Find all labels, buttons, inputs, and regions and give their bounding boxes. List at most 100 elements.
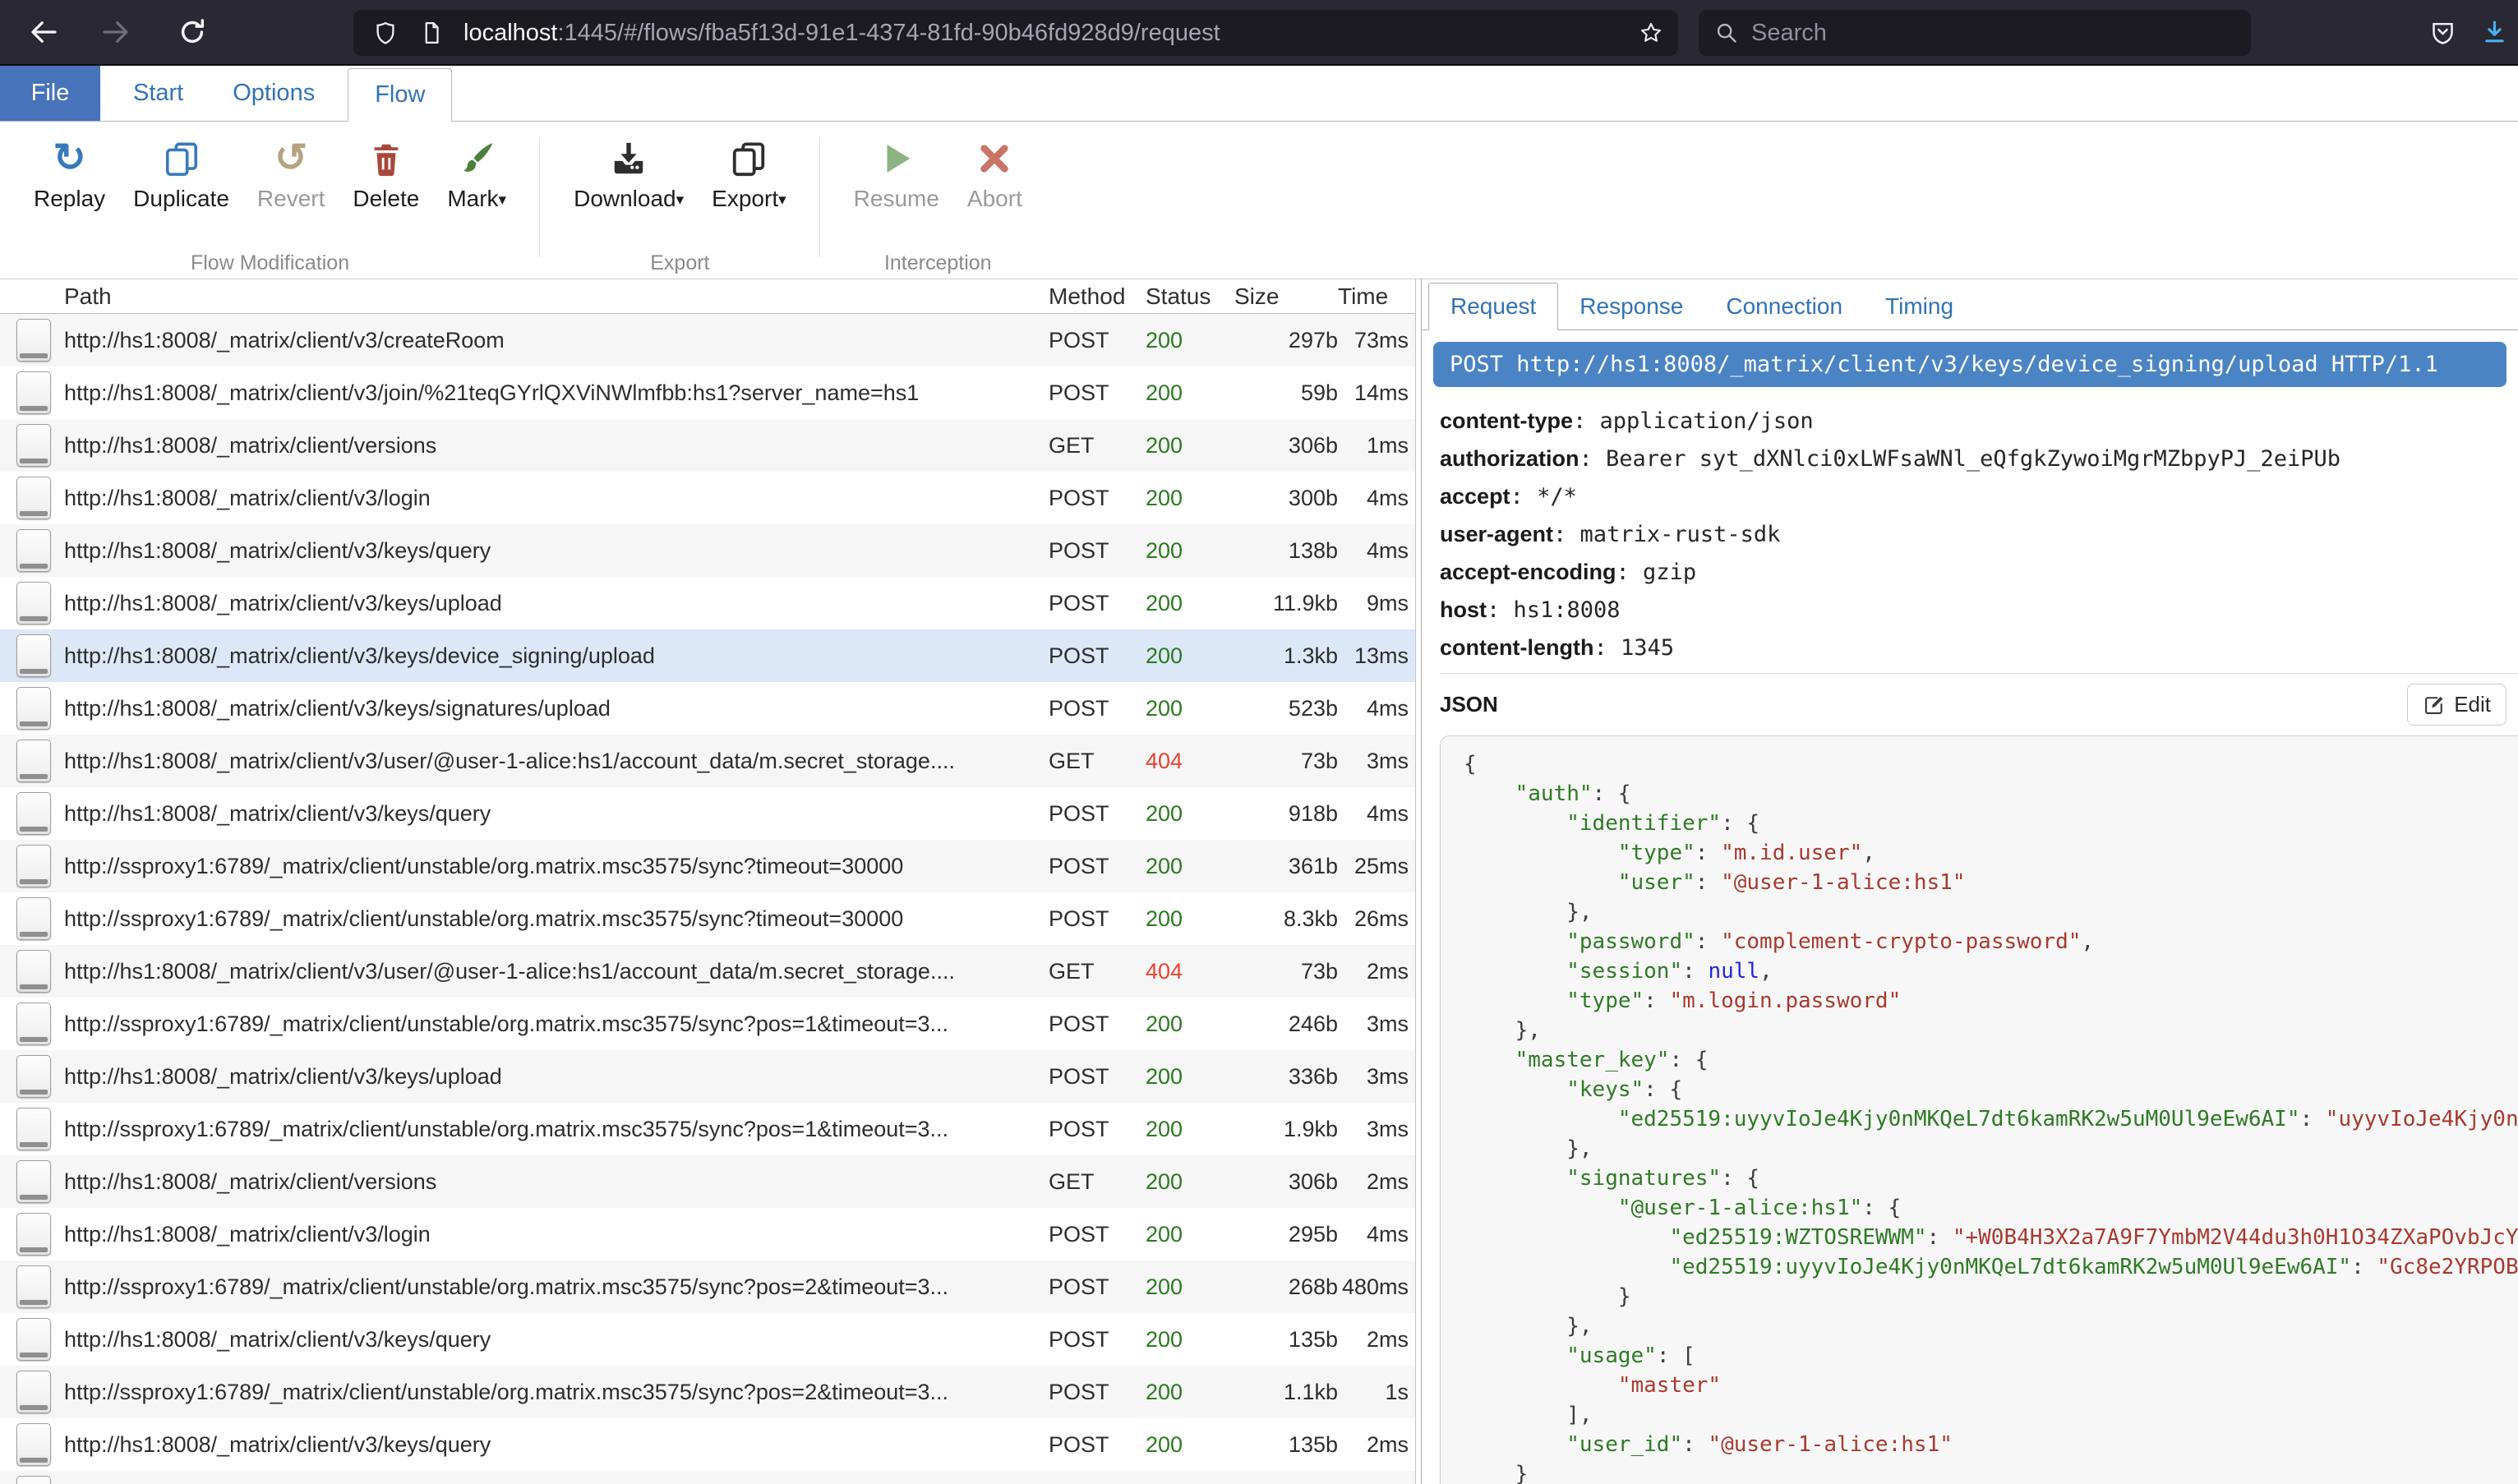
- json-body-view[interactable]: { "auth": { "identifier": { "type": "m.i…: [1440, 735, 2518, 1484]
- flow-row[interactable]: http://ssproxy1:6789/_matrix/client/unst…: [0, 1103, 1415, 1155]
- flow-row[interactable]: http://hs1:8008/_matrix/client/v3/keys/q…: [0, 1313, 1415, 1366]
- flow-path: http://ssproxy1:6789/_matrix/client/unst…: [64, 1380, 1049, 1405]
- flow-status: 200: [1134, 1117, 1210, 1142]
- url-path: :1445/#/flows/fba5f13d-91e1-4374-81fd-90…: [557, 20, 1220, 46]
- document-icon: [16, 1476, 51, 1484]
- duplicate-button[interactable]: Duplicate: [133, 135, 229, 212]
- tab-timing[interactable]: Timing: [1864, 283, 1975, 330]
- flow-row[interactable]: http://hs1:8008/_matrix/client/v3/loginP…: [0, 472, 1415, 524]
- downloads-indicator-icon[interactable]: [2481, 19, 2508, 46]
- abort-button[interactable]: Abort: [967, 135, 1022, 212]
- export-button[interactable]: Export▾: [712, 135, 786, 212]
- flow-row[interactable]: http://hs1:8008/_matrix/client/v3/join/%…: [0, 366, 1415, 419]
- flow-row[interactable]: http://hs1:8008/_matrix/client/v3/user/@…: [0, 945, 1415, 998]
- pocket-icon[interactable]: [2429, 19, 2456, 46]
- flow-row[interactable]: http://hs1:8008/_matrix/client/v3/user/@…: [0, 735, 1415, 787]
- duplicate-icon: [163, 135, 201, 182]
- header-name: user-agent: [1440, 522, 1553, 546]
- delete-button[interactable]: Delete: [353, 135, 419, 212]
- json-line: "@user-1-alice:hs1": {: [1464, 1193, 2518, 1223]
- flow-doc-icon-cell: [0, 1318, 64, 1361]
- column-header-time[interactable]: Time: [1338, 283, 1415, 310]
- flow-toolbar: ↻ReplayDuplicate↺RevertDeleteMark▾Flow M…: [0, 122, 2518, 279]
- flow-doc-icon-cell: [0, 845, 64, 887]
- tab-connection[interactable]: Connection: [1704, 283, 1864, 330]
- request-header[interactable]: content-length: 1345: [1440, 635, 2518, 661]
- request-header[interactable]: authorization: Bearer syt_dXNlci0xLWFsaW…: [1440, 446, 2518, 472]
- column-header-method[interactable]: Method: [1049, 283, 1134, 310]
- url-bar[interactable]: localhost:1445/#/flows/fba5f13d-91e1-437…: [353, 10, 1678, 56]
- flow-method: GET: [1049, 959, 1134, 984]
- menu-flow[interactable]: Flow: [348, 68, 452, 122]
- search-box[interactable]: [1699, 10, 2251, 56]
- flow-row[interactable]: http://hs1:8008/_matrix/client/v3/keys/s…: [0, 682, 1415, 735]
- flow-path: http://hs1:8008/_matrix/client/v3/keys/d…: [64, 643, 1049, 669]
- flow-row[interactable]: http://hs1:8008/_matrix/client/versionsG…: [0, 1155, 1415, 1208]
- flow-status: 200: [1134, 538, 1210, 564]
- mark-button[interactable]: Mark▾: [447, 135, 506, 212]
- header-value: : matrix-rust-sdk: [1553, 522, 1780, 547]
- document-icon: [16, 371, 51, 414]
- flow-row[interactable]: http://hs1:8008/_matrix/client/versionsG…: [0, 419, 1415, 472]
- json-line: "master": [1464, 1371, 2518, 1400]
- menu-options[interactable]: Options: [208, 66, 339, 121]
- toolbar-group-flow-modification: ↻ReplayDuplicate↺RevertDeleteMark▾Flow M…: [0, 122, 540, 279]
- request-header[interactable]: accept-encoding: gzip: [1440, 560, 2518, 585]
- document-icon: [16, 424, 51, 467]
- flow-time: 4ms: [1338, 538, 1415, 564]
- edit-button[interactable]: Edit: [2407, 684, 2506, 726]
- column-header-status[interactable]: Status: [1134, 283, 1210, 310]
- replay-button[interactable]: ↻Replay: [34, 135, 105, 212]
- flow-doc-icon-cell: [0, 792, 64, 835]
- flow-time: 14ms: [1338, 380, 1415, 406]
- flow-status: 200: [1134, 486, 1210, 511]
- reload-button[interactable]: [169, 9, 215, 55]
- flow-method: POST: [1049, 1432, 1134, 1458]
- content-type-label: JSON: [1440, 692, 1498, 717]
- tracking-shield-icon[interactable]: [373, 21, 398, 45]
- flow-row[interactable]: [0, 1471, 1415, 1484]
- request-header[interactable]: content-type: application/json: [1440, 408, 2518, 434]
- flow-row[interactable]: http://hs1:8008/_matrix/client/v3/keys/q…: [0, 1418, 1415, 1471]
- resume-button[interactable]: Resume: [854, 135, 939, 212]
- flow-time: 26ms: [1338, 906, 1415, 932]
- bookmark-star-icon[interactable]: [1639, 21, 1663, 45]
- request-header[interactable]: host: hs1:8008: [1440, 597, 2518, 623]
- search-input[interactable]: [1751, 20, 2195, 47]
- site-info-icon[interactable]: [419, 21, 444, 45]
- download-button[interactable]: Download▾: [574, 135, 684, 212]
- json-line: "ed25519:uyyvIoJe4Kjy0nMKQeL7dt6kamRK2w5…: [1464, 1252, 2518, 1282]
- flow-row[interactable]: http://ssproxy1:6789/_matrix/client/unst…: [0, 840, 1415, 892]
- flow-row[interactable]: http://ssproxy1:6789/_matrix/client/unst…: [0, 892, 1415, 945]
- flow-path: http://ssproxy1:6789/_matrix/client/unst…: [64, 1012, 1049, 1037]
- column-header-size[interactable]: Size: [1210, 283, 1338, 310]
- request-header[interactable]: accept: */*: [1440, 484, 2518, 509]
- back-button[interactable]: [20, 9, 66, 55]
- flow-row[interactable]: http://hs1:8008/_matrix/client/v3/create…: [0, 314, 1415, 366]
- tab-response[interactable]: Response: [1558, 283, 1704, 330]
- flow-row[interactable]: http://hs1:8008/_matrix/client/v3/loginP…: [0, 1208, 1415, 1260]
- menu-file[interactable]: File: [0, 66, 100, 121]
- flow-time: 25ms: [1338, 854, 1415, 879]
- flow-size: 1.1kb: [1210, 1380, 1338, 1405]
- forward-button[interactable]: [94, 9, 140, 55]
- request-header[interactable]: user-agent: matrix-rust-sdk: [1440, 522, 2518, 547]
- column-header-path[interactable]: Path: [64, 283, 1049, 310]
- flow-doc-icon-cell: [0, 687, 64, 730]
- menu-start[interactable]: Start: [108, 66, 208, 121]
- flow-path: http://ssproxy1:6789/_matrix/client/unst…: [64, 854, 1049, 879]
- flow-row[interactable]: http://hs1:8008/_matrix/client/v3/keys/u…: [0, 577, 1415, 629]
- revert-button[interactable]: ↺Revert: [257, 135, 325, 212]
- tab-request[interactable]: Request: [1428, 283, 1558, 330]
- document-icon: [16, 897, 51, 940]
- request-line[interactable]: POST http://hs1:8008/_matrix/client/v3/k…: [1433, 342, 2506, 387]
- flow-row[interactable]: http://ssproxy1:6789/_matrix/client/unst…: [0, 1260, 1415, 1313]
- flow-row[interactable]: http://hs1:8008/_matrix/client/v3/keys/q…: [0, 524, 1415, 577]
- flow-row[interactable]: http://hs1:8008/_matrix/client/v3/keys/u…: [0, 1050, 1415, 1103]
- flow-row[interactable]: http://ssproxy1:6789/_matrix/client/unst…: [0, 1366, 1415, 1418]
- flow-table: PathMethodStatusSizeTime http://hs1:8008…: [0, 279, 1416, 1484]
- mark-icon: [458, 135, 496, 182]
- flow-row[interactable]: http://hs1:8008/_matrix/client/v3/keys/d…: [0, 629, 1415, 682]
- flow-row[interactable]: http://hs1:8008/_matrix/client/v3/keys/q…: [0, 787, 1415, 840]
- flow-row[interactable]: http://ssproxy1:6789/_matrix/client/unst…: [0, 998, 1415, 1050]
